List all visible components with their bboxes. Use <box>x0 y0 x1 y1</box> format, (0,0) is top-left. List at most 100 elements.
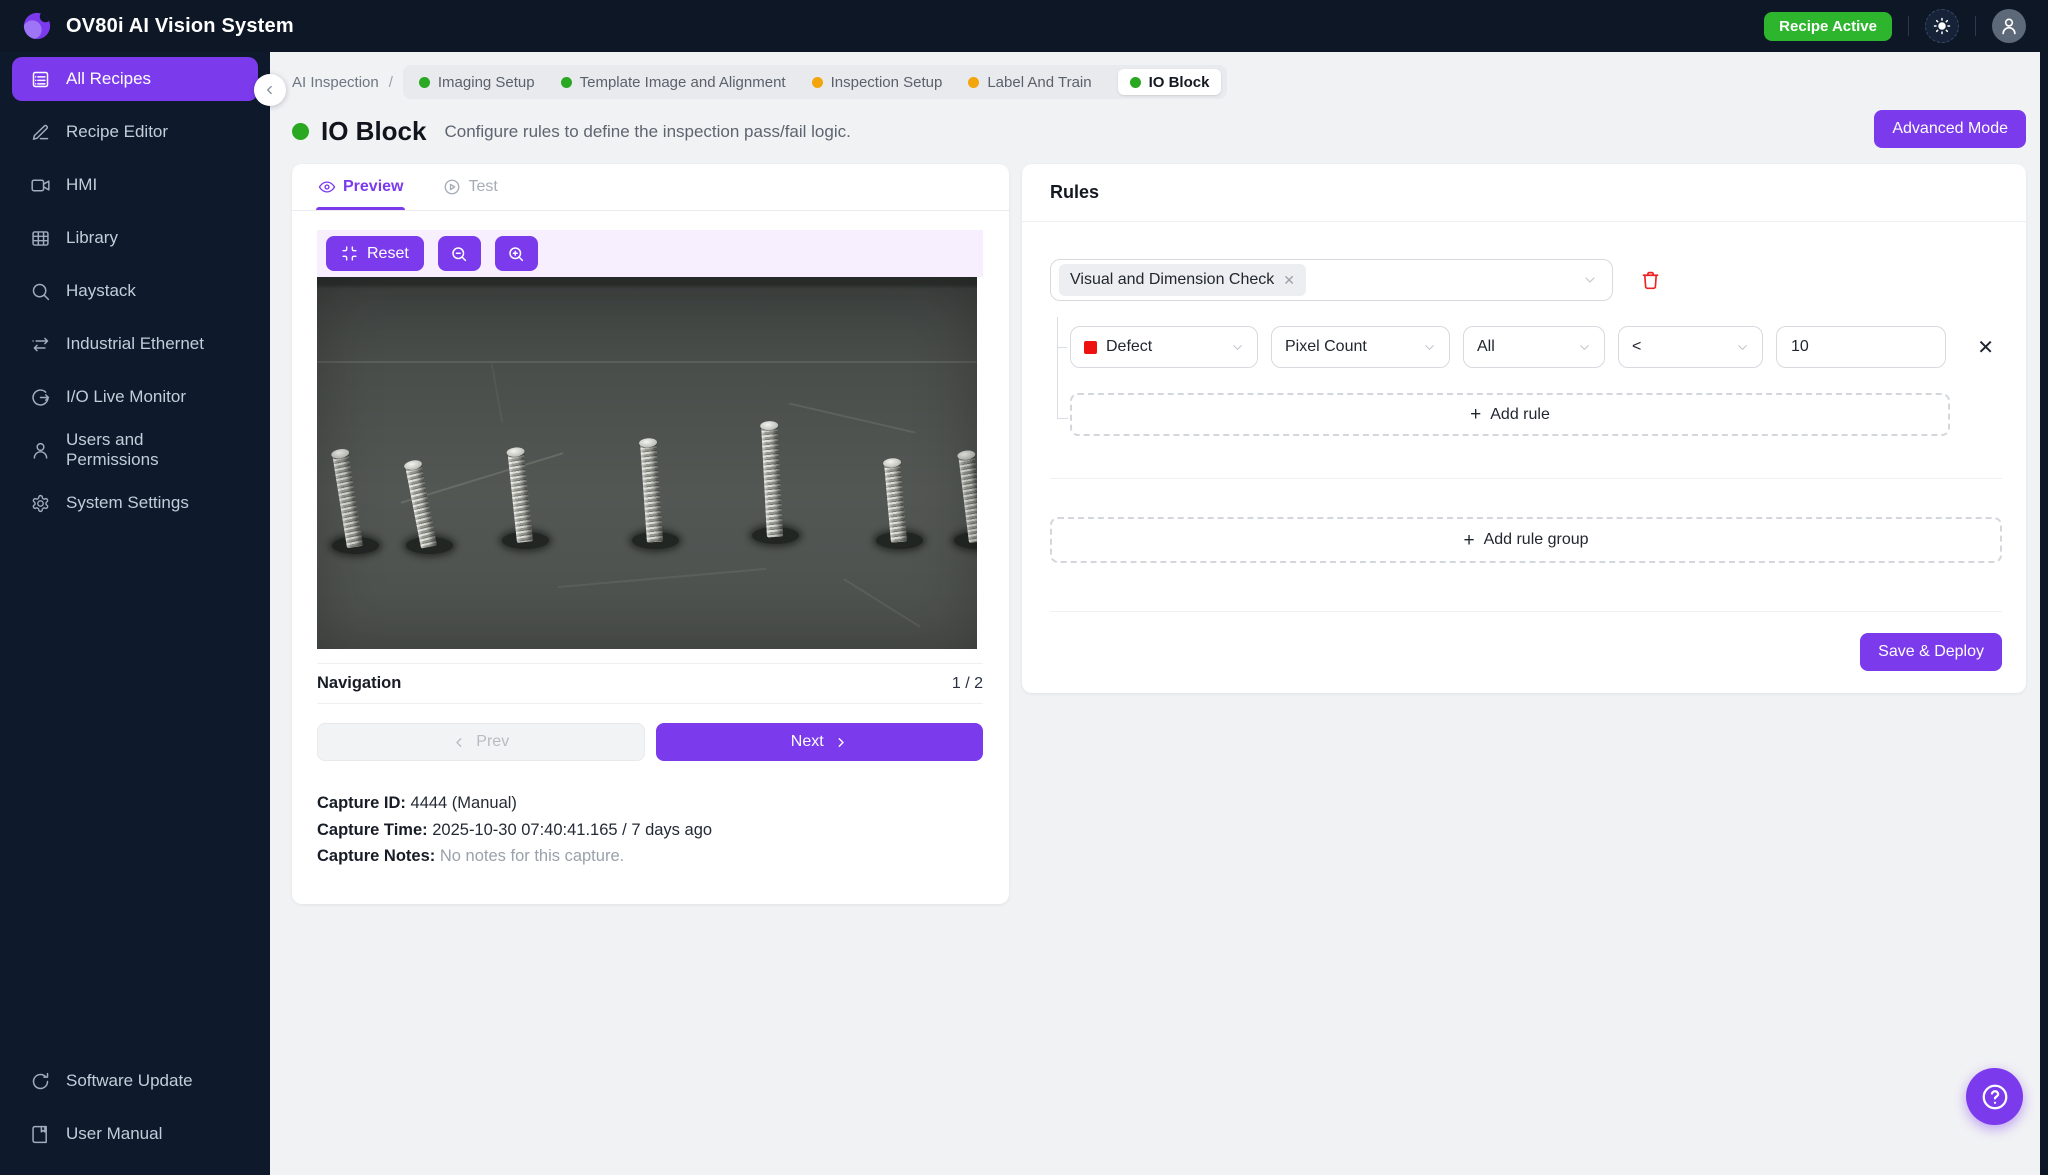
refresh-icon <box>30 1071 51 1092</box>
chevron-down-icon <box>1585 277 1595 283</box>
add-rule-button[interactable]: + Add rule <box>1070 393 1950 436</box>
sidebar-item-label: HMI <box>66 175 98 194</box>
sidebar-item-software-update[interactable]: Software Update <box>12 1059 258 1103</box>
sidebar-item-hmi[interactable]: HMI <box>12 163 258 207</box>
step-label: Inspection Setup <box>830 73 943 91</box>
capture-time-label: Capture Time: <box>317 820 428 839</box>
preview-image[interactable] <box>317 277 977 649</box>
sidebar-item-label: Software Update <box>66 1071 193 1090</box>
rule-operator-value: < <box>1632 338 1642 355</box>
step-status-dot <box>560 76 572 88</box>
sidebar-item-recipe-editor[interactable]: Recipe Editor <box>12 110 258 154</box>
step-status-dot <box>1129 76 1141 88</box>
chevron-right-icon <box>838 737 844 747</box>
remove-tag-icon[interactable]: ✕ <box>1283 272 1295 289</box>
save-deploy-button[interactable]: Save & Deploy <box>1860 633 2002 671</box>
breadcrumb-step-io-block[interactable]: IO Block <box>1117 69 1222 95</box>
video-icon <box>30 175 51 196</box>
breadcrumb-steps: Imaging Setup Template Image and Alignme… <box>402 65 1228 99</box>
capture-time-value: 2025-10-30 07:40:41.165 / 7 days ago <box>432 820 713 839</box>
sidebar-item-all-recipes[interactable]: All Recipes <box>12 57 258 101</box>
breadcrumb-step-template-alignment[interactable]: Template Image and Alignment <box>560 73 786 91</box>
pencil-icon <box>30 122 51 143</box>
main-content: AI Inspection / Imaging Setup Template I… <box>270 52 2040 1175</box>
breadcrumb-step-label-and-train[interactable]: Label And Train <box>968 73 1092 91</box>
step-status-dot <box>811 76 823 88</box>
remove-rule-button[interactable]: ✕ <box>1969 331 2002 364</box>
rules-title: Rules <box>1050 182 1100 202</box>
zoom-in-button[interactable] <box>494 236 538 271</box>
step-label: IO Block <box>1148 73 1210 91</box>
rule-threshold-input[interactable] <box>1776 326 1946 368</box>
breadcrumb-step-imaging-setup[interactable]: Imaging Setup <box>418 74 535 91</box>
check-type-tag-label: Visual and Dimension Check <box>1070 271 1275 288</box>
help-button[interactable] <box>1966 1068 2023 1125</box>
add-rule-group-label: Add rule group <box>1483 531 1589 548</box>
user-avatar[interactable] <box>1992 9 2026 43</box>
tab-label: Test <box>468 178 498 195</box>
breadcrumb-root[interactable]: AI Inspection <box>292 74 379 91</box>
app-title: OV80i AI Vision System <box>66 14 294 37</box>
add-rule-group-button[interactable]: + Add rule group <box>1050 517 2002 563</box>
sidebar-collapse-button[interactable] <box>254 74 286 106</box>
sidebar-item-label: Library <box>66 228 118 247</box>
sidebar-item-label: User Manual <box>66 1124 163 1143</box>
sidebar-item-io-live-monitor[interactable]: I/O Live Monitor <box>12 375 258 419</box>
sidebar-item-industrial-ethernet[interactable]: Industrial Ethernet <box>12 322 258 366</box>
sidebar-item-library[interactable]: Library <box>12 216 258 260</box>
navigation-label: Navigation <box>317 674 402 692</box>
recipes-icon <box>30 69 51 90</box>
page-title: IO Block <box>321 116 427 146</box>
capture-id-value: 4444 (Manual) <box>410 794 517 812</box>
zoom-out-button[interactable] <box>437 236 481 271</box>
preview-tabbar: Preview Test <box>292 164 1009 211</box>
rule-metric-select[interactable]: Pixel Count <box>1271 326 1450 368</box>
check-type-select[interactable]: Visual and Dimension Check ✕ <box>1050 259 1613 301</box>
sidebar-item-user-manual[interactable]: User Manual <box>12 1112 258 1156</box>
recipe-active-badge: Recipe Active <box>1764 11 1892 41</box>
step-label: Label And Train <box>987 73 1092 91</box>
grid-icon <box>30 228 51 249</box>
add-rule-label: Add rule <box>1490 405 1550 423</box>
sidebar-item-haystack[interactable]: Haystack <box>12 269 258 313</box>
delete-rule-group-button[interactable] <box>1640 270 1661 291</box>
theme-toggle-button[interactable] <box>1925 9 1959 43</box>
rule-operator-select[interactable]: < <box>1618 326 1763 368</box>
class-color-swatch <box>1084 340 1097 354</box>
rule-class-value: Defect <box>1106 338 1153 355</box>
chevron-left-icon <box>266 85 272 95</box>
sidebar-item-label: Industrial Ethernet <box>66 334 204 353</box>
capture-time-row: Capture Time: 2025-10-30 07:40:41.165 / … <box>317 817 983 844</box>
rule-scope-select[interactable]: All <box>1463 326 1605 368</box>
advanced-mode-button[interactable]: Advanced Mode <box>1874 110 2026 148</box>
image-toolbar: Reset <box>317 230 983 277</box>
sidebar-item-label: Recipe Editor <box>66 122 169 141</box>
step-status-dot <box>968 76 980 88</box>
tab-test[interactable]: Test <box>443 164 498 210</box>
capture-id-label: Capture ID: <box>317 794 406 812</box>
play-circle-icon <box>445 179 460 195</box>
capture-notes-value: No notes for this capture. <box>439 847 625 866</box>
sidebar-item-users-permissions[interactable]: Users and Permissions <box>12 428 258 472</box>
check-type-tag: Visual and Dimension Check ✕ <box>1059 264 1306 296</box>
plus-icon: + <box>1463 529 1475 551</box>
window-edge <box>2040 0 2048 1175</box>
page-header: IO Block Configure rules to define the i… <box>292 110 2026 148</box>
prev-button[interactable]: Prev <box>317 723 645 761</box>
zoom-in-icon <box>509 246 524 261</box>
fit-view-icon <box>342 246 357 261</box>
rule-class-select[interactable]: Defect <box>1070 326 1258 368</box>
rules-panel: Rules Visual and Dimension Check ✕ Defec… <box>1022 164 2026 693</box>
next-button[interactable]: Next <box>655 723 983 761</box>
sidebar-item-system-settings[interactable]: System Settings <box>12 481 258 525</box>
step-label: Template Image and Alignment <box>579 73 786 91</box>
topbar-divider <box>1908 16 1909 36</box>
chevron-down-icon <box>1425 344 1434 350</box>
breadcrumb: AI Inspection / Imaging Setup Template I… <box>292 65 2026 99</box>
io-monitor-icon <box>30 387 51 408</box>
sidebar-footer: Software Update User Manual <box>0 1059 270 1165</box>
chevron-down-icon <box>1738 344 1747 350</box>
tab-preview[interactable]: Preview <box>315 164 406 210</box>
breadcrumb-step-inspection-setup[interactable]: Inspection Setup <box>811 73 943 91</box>
reset-view-button[interactable]: Reset <box>326 236 424 271</box>
